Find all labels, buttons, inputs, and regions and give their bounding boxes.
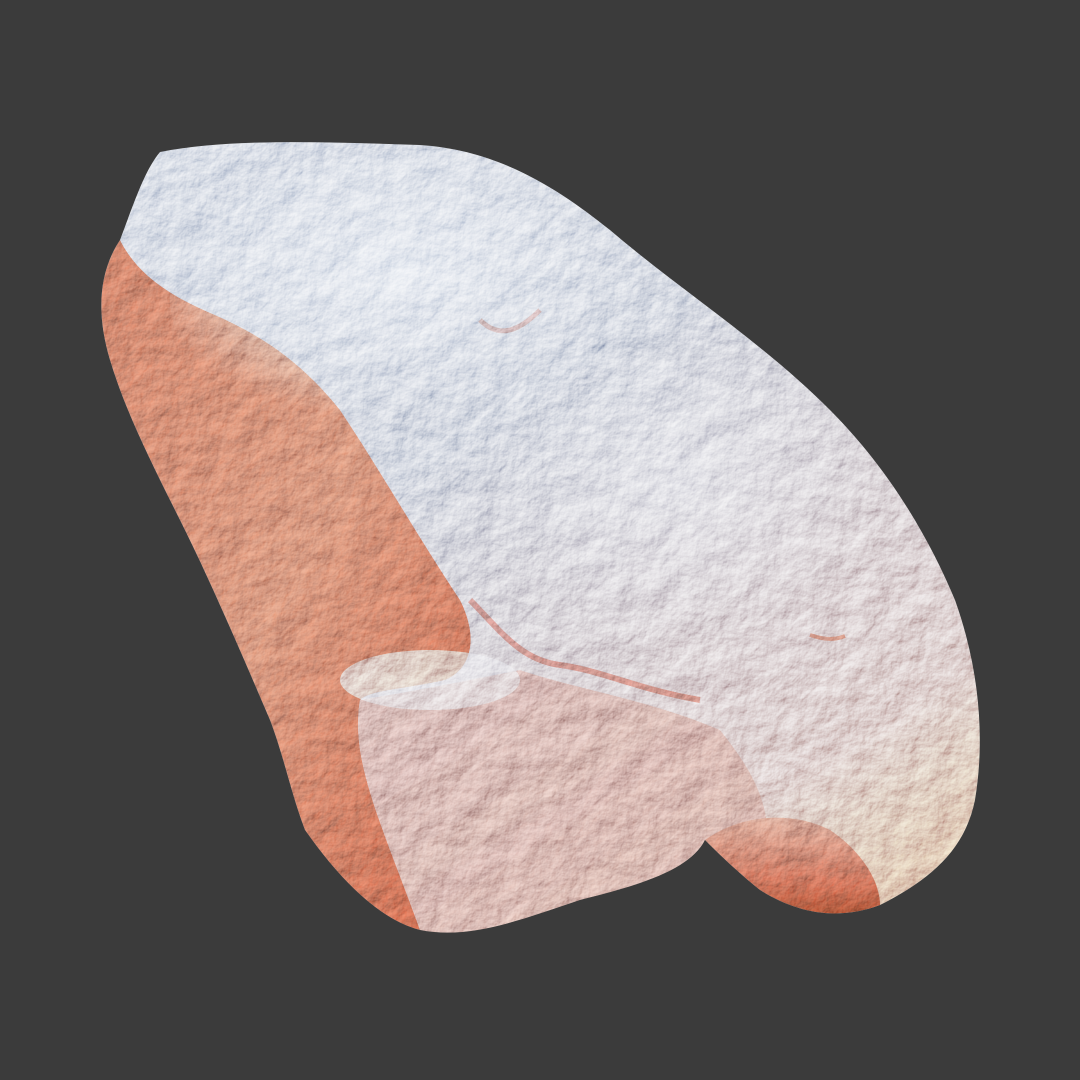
rock-model	[0, 0, 1080, 1080]
render-viewport	[0, 0, 1080, 1080]
